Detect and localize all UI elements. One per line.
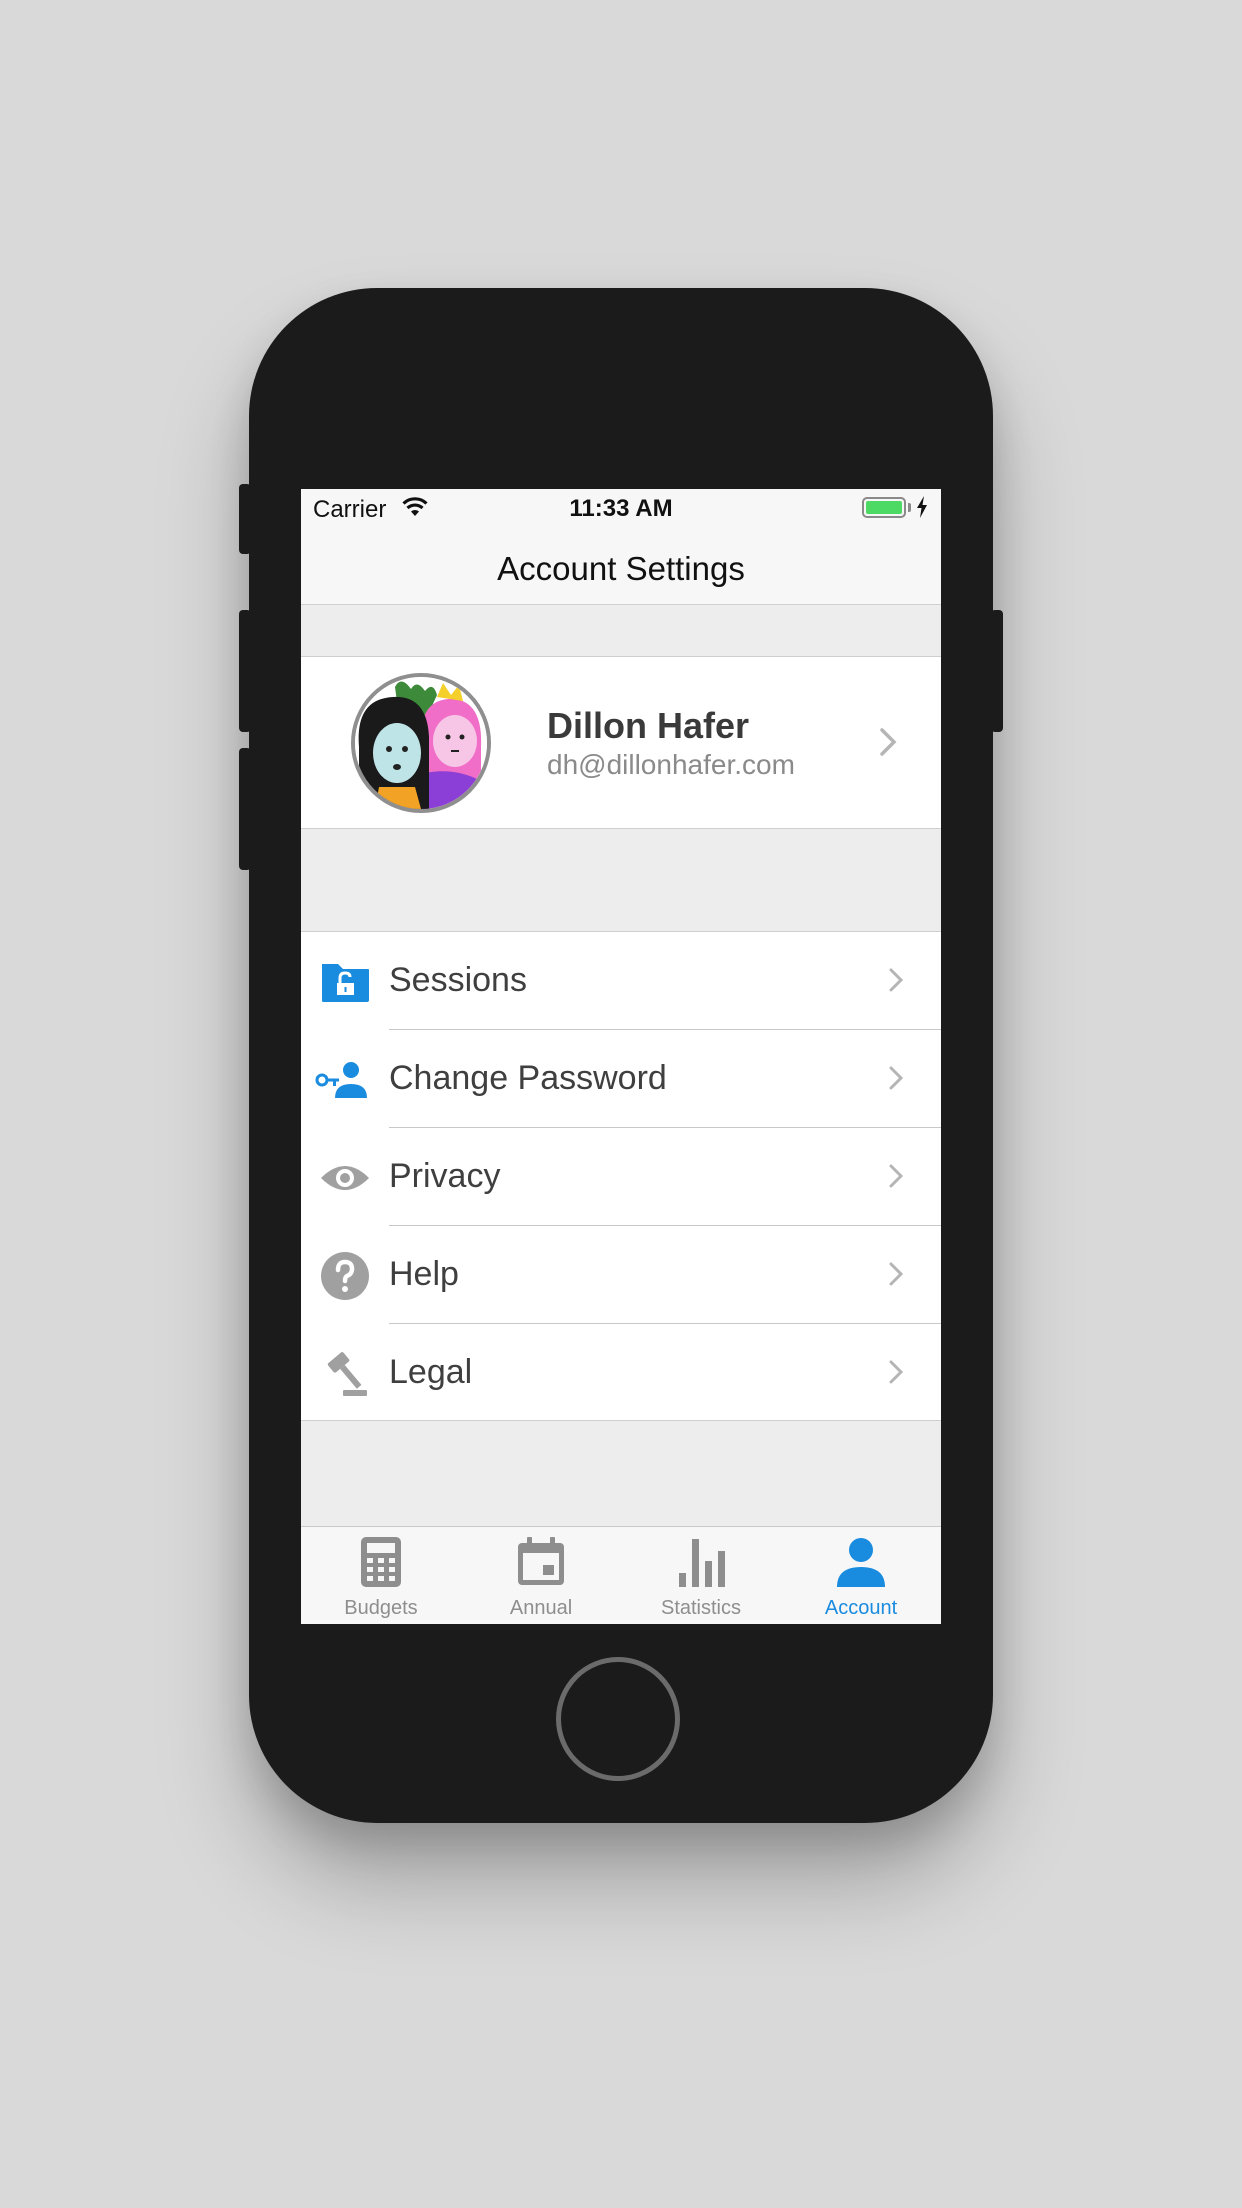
chevron-right-icon bbox=[880, 728, 897, 756]
menu-item-help[interactable]: Help bbox=[301, 1226, 941, 1324]
folder-unlock-icon bbox=[322, 964, 369, 1002]
profile-name: Dillon Hafer bbox=[547, 705, 750, 746]
calculator-icon bbox=[361, 1537, 401, 1587]
tab-label-annual: Annual bbox=[509, 1597, 573, 1619]
chevron-right-icon bbox=[889, 968, 903, 992]
settings-menu: Sessions Change Password Privacy Help Le… bbox=[301, 931, 941, 1421]
question-circle-icon bbox=[321, 1252, 369, 1300]
gavel-icon bbox=[327, 1352, 367, 1396]
battery-icon bbox=[862, 497, 906, 518]
volume-down-button bbox=[239, 748, 251, 870]
menu-item-sessions[interactable]: Sessions bbox=[301, 932, 941, 1030]
tab-label-account: Account bbox=[824, 1597, 898, 1619]
tab-budgets[interactable]: Budgets bbox=[301, 1527, 461, 1624]
navigation-bar: Account Settings bbox=[301, 529, 941, 605]
menu-label-help: Help bbox=[389, 1255, 459, 1293]
page-title: Account Settings bbox=[497, 550, 745, 587]
app-screen: Carrier 11:33 AM Account Settings Dillon… bbox=[301, 489, 941, 1624]
profile-email: dh@dillonhafer.com bbox=[547, 749, 795, 780]
bar-chart-icon bbox=[679, 1539, 725, 1587]
menu-label-legal: Legal bbox=[389, 1353, 473, 1391]
calendar-icon bbox=[518, 1537, 564, 1585]
charging-bolt-icon bbox=[917, 496, 927, 518]
mute-switch bbox=[239, 484, 251, 554]
avatar-illustration bbox=[355, 677, 487, 809]
tab-account[interactable]: Account bbox=[781, 1527, 941, 1624]
chevron-right-icon bbox=[889, 1066, 903, 1090]
home-button[interactable] bbox=[556, 1657, 680, 1781]
profile-row[interactable]: Dillon Hafer dh@dillonhafer.com bbox=[301, 656, 941, 829]
tab-bar: Budgets Annual Statistics Account bbox=[301, 1526, 941, 1624]
menu-item-legal[interactable]: Legal bbox=[301, 1324, 941, 1422]
power-button bbox=[991, 610, 1003, 732]
tab-label-statistics: Statistics bbox=[660, 1597, 742, 1619]
person-icon bbox=[837, 1538, 885, 1587]
tab-label-budgets: Budgets bbox=[344, 1597, 418, 1619]
chevron-right-icon bbox=[889, 1262, 903, 1286]
tab-statistics[interactable]: Statistics bbox=[621, 1527, 781, 1624]
clock: 11:33 AM bbox=[569, 495, 673, 522]
menu-item-privacy[interactable]: Privacy bbox=[301, 1128, 941, 1226]
battery-tip bbox=[908, 503, 911, 512]
chevron-right-icon bbox=[889, 1360, 903, 1384]
chevron-right-icon bbox=[889, 1164, 903, 1188]
volume-up-button bbox=[239, 610, 251, 732]
status-bar: Carrier 11:33 AM bbox=[301, 489, 941, 529]
person-key-icon bbox=[315, 1062, 367, 1098]
menu-label-privacy: Privacy bbox=[389, 1157, 501, 1195]
menu-label-change-password: Change Password bbox=[389, 1059, 667, 1097]
avatar bbox=[351, 673, 491, 813]
menu-item-change-password[interactable]: Change Password bbox=[301, 1030, 941, 1128]
eye-icon bbox=[321, 1166, 369, 1190]
menu-label-sessions: Sessions bbox=[389, 961, 527, 999]
tab-annual[interactable]: Annual bbox=[461, 1527, 621, 1624]
